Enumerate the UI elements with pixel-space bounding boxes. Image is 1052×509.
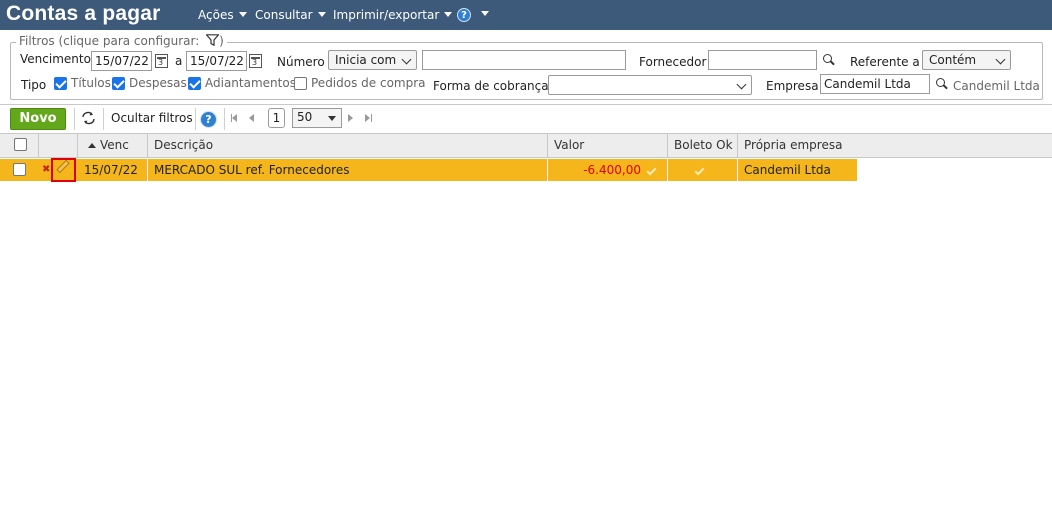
menu-consultar-label: Consultar <box>255 8 313 22</box>
numero-mode-select[interactable]: Inicia com <box>328 50 417 70</box>
vencimento-to-input[interactable]: 15/07/22 <box>186 51 247 71</box>
col-valor[interactable]: Valor <box>548 133 668 158</box>
tipo-despesas-label: Despesas <box>129 76 187 90</box>
tipo-pedidos-label: Pedidos de compra <box>311 76 426 90</box>
filters-legend[interactable]: Filtros (clique para configurar: ) <box>16 34 227 48</box>
vencimento-a-label: a <box>175 54 183 68</box>
menu-imprimir-label: Imprimir/exportar <box>333 8 440 22</box>
fornecedor-input[interactable] <box>708 50 817 70</box>
ocultar-filtros-button[interactable]: Ocultar filtros <box>111 111 193 125</box>
tipo-despesas-checkbox[interactable] <box>112 77 125 90</box>
last-page-icon[interactable] <box>365 114 370 122</box>
per-page-value: 50 <box>297 110 313 124</box>
top-bar: Contas a pagar Ações Consultar Imprimir/… <box>0 0 1052 30</box>
menu-consultar[interactable]: Consultar <box>255 8 326 22</box>
chevron-down-icon <box>444 12 453 17</box>
filters-legend-close: ) <box>219 34 224 48</box>
col-boleto-ok[interactable]: Boleto Ok <box>668 133 738 158</box>
referente-mode-select[interactable]: Contém <box>922 50 1011 70</box>
filter-icon <box>205 34 220 47</box>
help-icon[interactable]: ? <box>200 111 217 128</box>
vencimento-from-input[interactable]: 15/07/22 <box>91 51 152 71</box>
tipo-adiantamentos-label: Adiantamentos <box>205 76 296 90</box>
forma-cobranca-select[interactable] <box>548 75 752 95</box>
toolbar-divider <box>195 108 196 130</box>
menu-acoes-label: Ações <box>198 8 234 22</box>
row-venc: 15/07/22 <box>78 159 148 181</box>
delete-icon[interactable]: ✖ <box>42 165 50 175</box>
prev-page-icon[interactable] <box>249 114 254 122</box>
tipo-titulos-label: Títulos <box>71 76 111 90</box>
menu-help[interactable]: ? <box>457 7 489 22</box>
toolbar-divider <box>224 108 225 130</box>
chevron-down-icon <box>401 54 412 65</box>
referente-mode-value: Contém <box>929 53 977 67</box>
chevron-down-icon <box>317 12 326 17</box>
per-page-select[interactable]: 50 <box>292 108 342 128</box>
row-checkbox[interactable] <box>13 163 26 176</box>
novo-button[interactable]: Novo <box>10 108 66 130</box>
tipo-titulos-checkbox[interactable] <box>54 77 67 90</box>
tipo-adiantamentos-checkbox[interactable] <box>188 77 201 90</box>
empresa-input[interactable]: Candemil Ltda <box>820 74 930 94</box>
first-page-icon[interactable] <box>232 114 237 122</box>
chevron-down-icon <box>995 54 1006 65</box>
search-icon[interactable] <box>936 78 948 90</box>
col-venc[interactable]: Venc <box>78 133 148 158</box>
row-propria-empresa: Candemil Ltda <box>744 163 831 177</box>
row-descricao: MERCADO SUL ref. Fornecedores <box>148 159 548 181</box>
vencimento-label: Vencimento <box>20 52 91 66</box>
tipo-label: Tipo <box>21 78 47 92</box>
toolbar-divider <box>103 108 104 130</box>
next-page-icon[interactable] <box>348 114 353 122</box>
col-select-all <box>0 133 39 158</box>
empresa-display: Candemil Ltda <box>953 79 1040 93</box>
select-all-checkbox[interactable] <box>14 138 27 151</box>
search-icon[interactable] <box>823 54 835 66</box>
col-venc-label: Venc <box>100 138 129 152</box>
refresh-icon[interactable] <box>81 111 96 125</box>
col-descricao[interactable]: Descrição <box>148 133 548 158</box>
chevron-down-icon <box>481 11 489 16</box>
sort-asc-icon <box>88 143 96 148</box>
chevron-down-icon <box>736 79 747 90</box>
chevron-down-icon <box>328 116 336 121</box>
referente-label: Referente a <box>850 55 920 69</box>
forma-cobranca-label: Forma de cobrança <box>433 79 549 93</box>
tipo-pedidos-checkbox[interactable] <box>294 77 307 90</box>
menu-acoes[interactable]: Ações <box>198 8 247 22</box>
calendar-icon[interactable] <box>249 54 262 68</box>
page-title: Contas a pagar <box>6 2 161 25</box>
chevron-down-icon <box>238 12 247 17</box>
filters-legend-text: Filtros (clique para configurar: <box>19 34 200 48</box>
toolbar-divider <box>74 108 75 130</box>
page-number-input[interactable]: 1 <box>268 108 285 128</box>
help-icon: ? <box>457 8 471 22</box>
numero-input[interactable] <box>422 50 626 70</box>
empresa-label: Empresa <box>766 79 819 93</box>
numero-label: Número <box>277 55 325 69</box>
col-propria-empresa[interactable]: Própria empresa <box>738 133 1052 158</box>
calendar-icon[interactable] <box>155 54 168 68</box>
fornecedor-label: Fornecedor <box>639 55 707 69</box>
numero-mode-value: Inicia com <box>335 53 397 67</box>
menu-imprimir-exportar[interactable]: Imprimir/exportar <box>333 8 453 22</box>
col-actions <box>39 133 78 158</box>
last-page-bar <box>371 114 372 122</box>
